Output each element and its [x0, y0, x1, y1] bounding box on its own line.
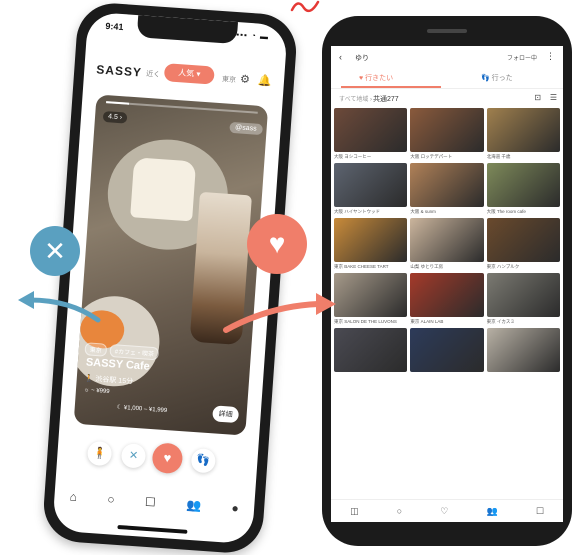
swipe-left-arrowhead — [18, 291, 34, 309]
swipe-right-arrow — [223, 301, 321, 333]
swipe-left-arrow — [27, 297, 101, 323]
dislike-indicator: ✕ — [30, 226, 80, 276]
swipe-arrows — [18, 291, 336, 333]
like-indicator: ♥ — [247, 214, 307, 274]
swipe-right-arrowhead — [316, 293, 336, 315]
